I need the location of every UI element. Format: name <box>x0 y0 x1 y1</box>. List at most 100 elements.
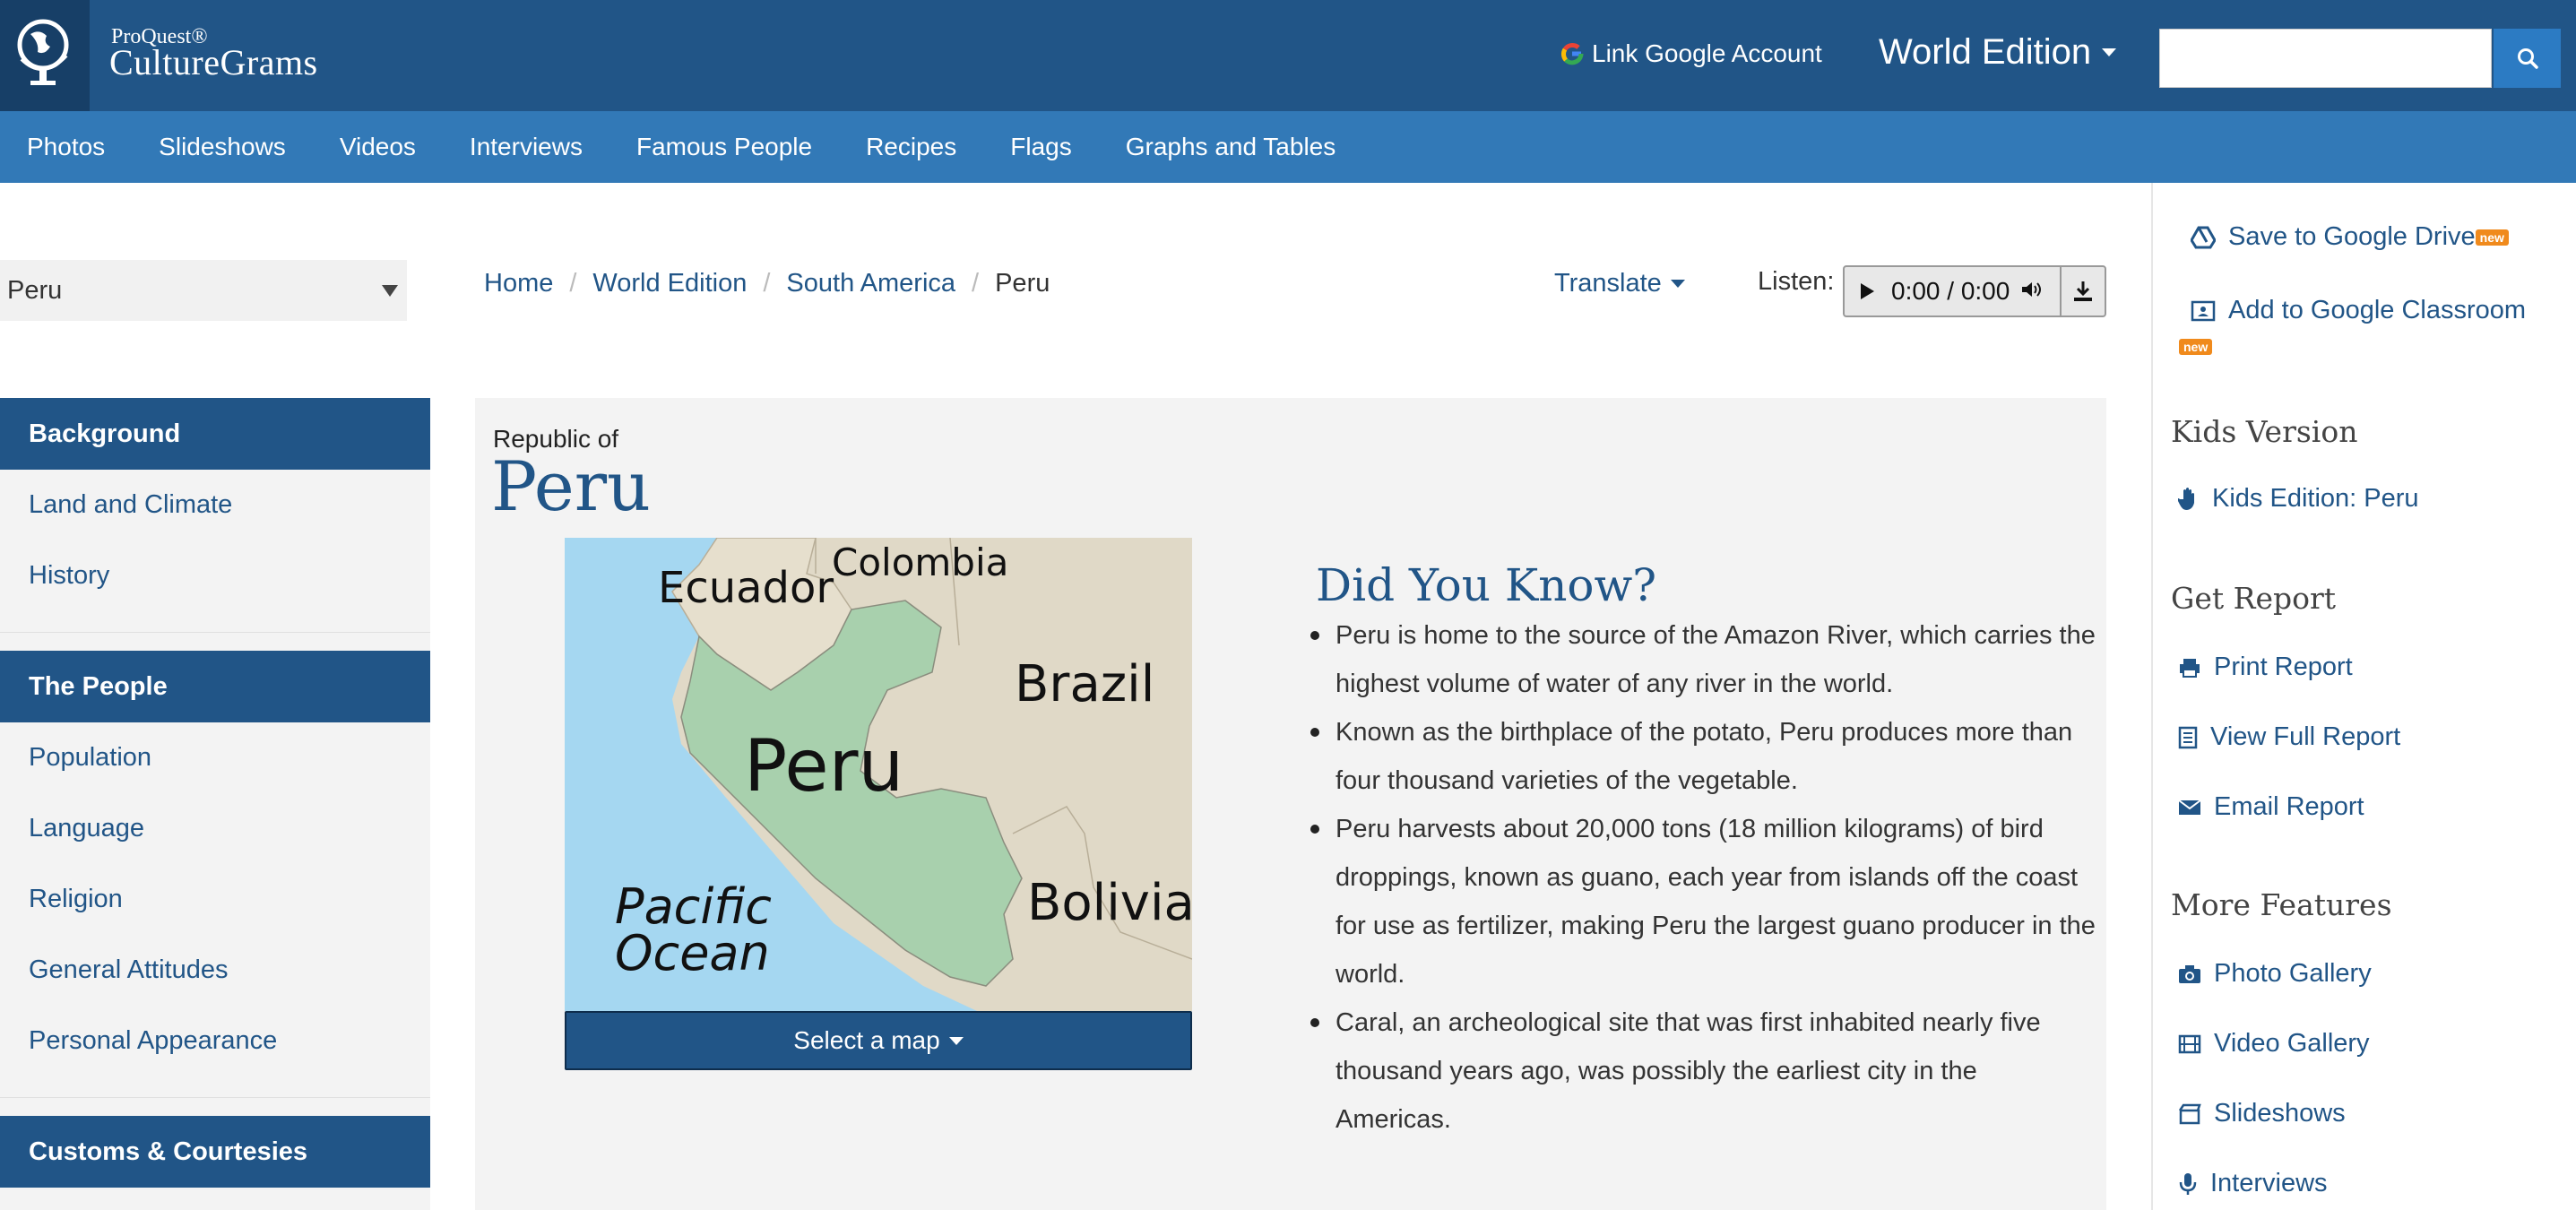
breadcrumb-world-edition[interactable]: World Edition <box>592 269 747 298</box>
map-label-brazil: Brazil <box>1015 655 1154 713</box>
fact-item: Caral, an archeological site that was fi… <box>1309 998 2097 1144</box>
nav-famous-people[interactable]: Famous People <box>636 133 812 161</box>
sidebar-item-general-attitudes[interactable]: General Attitudes <box>0 935 430 1006</box>
email-report-label: Email Report <box>2214 792 2364 821</box>
breadcrumb-current: Peru <box>995 269 1050 298</box>
nav-flags[interactable]: Flags <box>1010 133 1071 161</box>
nav-photos[interactable]: Photos <box>27 133 105 161</box>
video-gallery-link[interactable]: Video Gallery <box>2178 1029 2370 1059</box>
photo-gallery-label: Photo Gallery <box>2214 959 2372 988</box>
get-report-heading: Get Report <box>2171 581 2337 616</box>
video-gallery-label: Video Gallery <box>2214 1029 2370 1058</box>
translate-label: Translate <box>1554 269 1662 298</box>
listen-label: Listen: <box>1758 267 1835 296</box>
map-label-ocean: Ocean <box>615 925 770 981</box>
fact-item: Peru harvests about 20,000 tons (18 mill… <box>1309 805 2097 998</box>
play-icon <box>1861 283 1874 299</box>
play-button[interactable] <box>1845 267 1889 315</box>
sidebar-item-land-and-climate[interactable]: Land and Climate <box>0 470 430 540</box>
sidebar-divider <box>0 1076 430 1098</box>
sidebar-item-population[interactable]: Population <box>0 722 430 793</box>
feature-nav: Photos Slideshows Videos Interviews Famo… <box>0 111 2576 183</box>
country-select[interactable]: Peru <box>0 260 407 321</box>
logo-block[interactable] <box>0 0 90 111</box>
download-button[interactable] <box>2060 267 2105 315</box>
audio-player: 0:00 / 0:00 <box>1843 265 2106 317</box>
add-to-google-classroom-link[interactable]: Add to Google Classroom <box>2191 296 2526 325</box>
globe-logo-icon <box>17 19 69 85</box>
nav-videos[interactable]: Videos <box>340 133 416 161</box>
google-drive-icon <box>2191 226 2216 248</box>
microphone-icon <box>2179 1172 2197 1195</box>
map-label-colombia: Colombia <box>832 540 1008 584</box>
peru-map-image: Ecuador Colombia Brazil Peru Pacific Oce… <box>565 538 1192 1011</box>
breadcrumb: Home / World Edition / South America / P… <box>484 269 1050 298</box>
more-features-heading: More Features <box>2171 887 2392 922</box>
nav-interviews[interactable]: Interviews <box>470 133 583 161</box>
photo-gallery-link[interactable]: Photo Gallery <box>2178 959 2372 989</box>
country-select-value: Peru <box>7 275 63 305</box>
search-button[interactable] <box>2494 29 2561 88</box>
translate-dropdown[interactable]: Translate <box>1554 269 1685 298</box>
fact-item: Known as the birthplace of the potato, P… <box>1309 708 2097 805</box>
page-title: Peru <box>491 446 651 526</box>
chevron-down-icon <box>948 1036 964 1045</box>
nav-graphs-and-tables[interactable]: Graphs and Tables <box>1126 133 1336 161</box>
edition-label: World Edition <box>1879 32 2092 72</box>
edition-dropdown[interactable]: World Edition <box>1879 32 2117 73</box>
sidebar-section-the-people[interactable]: The People <box>0 651 430 722</box>
sidebar-item-religion[interactable]: Religion <box>0 864 430 935</box>
volume-icon[interactable] <box>2020 280 2044 304</box>
envelope-icon <box>2178 799 2201 815</box>
link-google-label: Link Google Account <box>1592 39 1822 67</box>
breadcrumb-separator: / <box>763 269 771 298</box>
breadcrumb-separator: / <box>569 269 577 298</box>
download-icon <box>2074 281 2092 301</box>
player-time: 0:00 / 0:00 <box>1891 277 2010 305</box>
select-map-label: Select a map <box>793 1026 940 1054</box>
hand-icon <box>2178 487 2194 510</box>
new-badge: new <box>2475 229 2509 246</box>
breadcrumb-separator: / <box>972 269 980 298</box>
print-report-link[interactable]: Print Report <box>2178 653 2353 682</box>
document-icon <box>2178 726 2198 748</box>
google-classroom-icon <box>2191 300 2216 321</box>
nav-slideshows[interactable]: Slideshows <box>159 133 286 161</box>
search-icon <box>2517 48 2538 69</box>
sidebar-item-language[interactable]: Language <box>0 793 430 864</box>
new-badge: new <box>2179 339 2213 355</box>
add-to-google-classroom-label: Add to Google Classroom <box>2228 296 2527 324</box>
breadcrumb-home[interactable]: Home <box>484 269 553 298</box>
view-full-report-link[interactable]: View Full Report <box>2178 722 2400 752</box>
select-map-button[interactable]: Select a map <box>565 1011 1192 1070</box>
sidebar-item-history[interactable]: History <box>0 540 430 611</box>
camera-icon <box>2179 964 2200 983</box>
section-sidebar: Background Land and Climate History The … <box>0 398 430 1210</box>
sidebar-item-personal-appearance[interactable]: Personal Appearance <box>0 1006 430 1076</box>
sidebar-section-background[interactable]: Background <box>0 398 430 470</box>
map-label-ecuador: Ecuador <box>658 563 834 613</box>
interviews-link[interactable]: Interviews <box>2178 1169 2328 1198</box>
country-map[interactable]: Ecuador Colombia Brazil Peru Pacific Oce… <box>565 538 1192 1011</box>
slideshows-label: Slideshows <box>2214 1099 2346 1128</box>
slideshows-link[interactable]: Slideshows <box>2178 1099 2346 1128</box>
fact-item: Peru is home to the source of the Amazon… <box>1309 611 2097 708</box>
sidebar-section-customs-courtesies[interactable]: Customs & Courtesies <box>0 1116 430 1188</box>
nav-recipes[interactable]: Recipes <box>866 133 956 161</box>
map-label-peru: Peru <box>744 724 903 808</box>
save-to-google-drive-link[interactable]: Save to Google Drive new <box>2191 222 2509 252</box>
chevron-down-icon <box>2102 48 2117 56</box>
map-label-bolivia: Bolivia <box>1027 874 1192 932</box>
search-input[interactable] <box>2159 29 2492 88</box>
link-google-account-button[interactable]: Link Google Account <box>1560 39 1822 68</box>
email-report-link[interactable]: Email Report <box>2178 792 2364 822</box>
top-header: ProQuest® CultureGrams Link Google Accou… <box>0 0 2576 111</box>
breadcrumb-south-america[interactable]: South America <box>786 269 955 298</box>
interviews-label: Interviews <box>2210 1169 2328 1197</box>
view-full-report-label: View Full Report <box>2210 722 2401 751</box>
kids-edition-link[interactable]: Kids Edition: Peru <box>2178 484 2419 514</box>
brand-name[interactable]: CultureGrams <box>109 41 318 83</box>
did-you-know-list: Peru is home to the source of the Amazon… <box>1309 611 2097 1144</box>
film-icon <box>2178 1034 2201 1053</box>
sidebar-divider <box>0 611 430 633</box>
